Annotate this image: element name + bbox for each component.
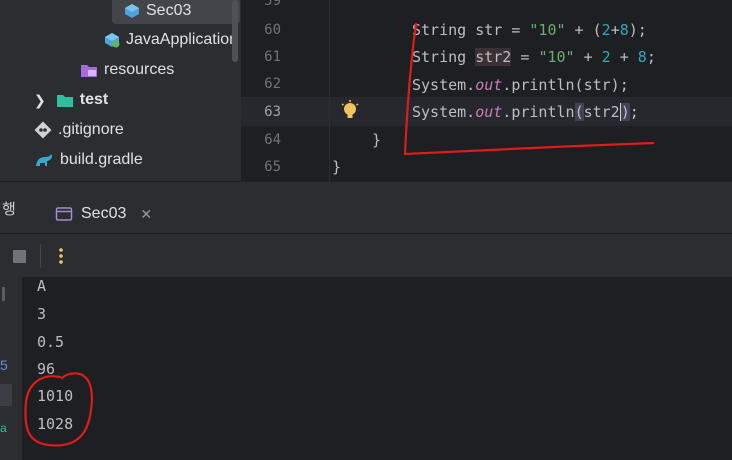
code-line-60[interactable]: String str = "10" + (2+8); xyxy=(412,21,647,39)
code-token: ); xyxy=(628,21,647,39)
code-token: ; xyxy=(646,48,656,66)
tree-item-label: test xyxy=(79,91,109,108)
project-tree-panel: Sec03 JavaApplication resources ❯ test .… xyxy=(0,0,241,181)
tree-item-label: JavaApplication xyxy=(126,31,239,48)
close-icon[interactable]: ✕ xyxy=(140,206,152,223)
number-literal: 2 xyxy=(601,48,611,66)
test-folder-icon xyxy=(56,95,73,107)
output-line: 1028 xyxy=(37,415,74,433)
line-number: 61 xyxy=(264,49,281,65)
gradle-icon xyxy=(36,154,52,166)
code-line-63[interactable]: System.out.println(str2); xyxy=(412,103,639,121)
tree-item-label: .gitignore xyxy=(58,121,124,138)
code-editor[interactable]: 59 60 61 62 63 64 65 String str = "10" +… xyxy=(241,0,732,181)
gutter-mark xyxy=(0,384,12,406)
gutter-mark xyxy=(2,287,5,301)
output-line: 0.5 xyxy=(37,333,65,351)
chevron-right-icon[interactable]: ❯ xyxy=(34,92,46,109)
gitignore-icon xyxy=(34,121,52,139)
tab-sec03[interactable]: Sec03 ✕ xyxy=(42,194,166,236)
line-number: 60 xyxy=(264,22,281,38)
console-left-gutter: 5 a xyxy=(0,277,22,460)
string-literal: "10" xyxy=(538,48,575,66)
string-literal: "10" xyxy=(529,21,566,39)
gutter-fragment: 5 xyxy=(0,357,8,373)
code-token: .println(str); xyxy=(502,76,629,94)
output-line: A xyxy=(37,277,47,295)
variable-highlight: str2 xyxy=(475,48,512,66)
line-number: 65 xyxy=(264,159,281,175)
code-line-65[interactable]: } xyxy=(332,158,341,176)
number-literal: 8 xyxy=(637,48,647,66)
number-literal: 2 xyxy=(601,21,611,39)
code-token: = xyxy=(511,48,539,66)
output-line: 96 xyxy=(37,360,56,378)
output-line: 3 xyxy=(37,305,47,323)
code-token: System. xyxy=(412,76,476,94)
static-field: out xyxy=(475,76,503,94)
code-token: String str = xyxy=(412,21,530,39)
code-token: + xyxy=(610,48,638,66)
lightbulb-icon[interactable] xyxy=(341,100,359,122)
editor-gutter: 59 60 61 62 63 64 65 xyxy=(241,0,329,181)
console-icon xyxy=(55,207,73,221)
code-token: System. xyxy=(412,103,476,121)
code-token: + ( xyxy=(565,21,602,39)
tree-item-build-gradle[interactable]: build.gradle xyxy=(34,147,143,173)
more-vertical-icon[interactable] xyxy=(57,247,65,265)
line-number: 64 xyxy=(264,132,281,148)
resources-folder-icon xyxy=(81,65,97,77)
gutter-fragment: a xyxy=(0,421,7,435)
code-token: String xyxy=(412,48,476,66)
project-scrollbar[interactable] xyxy=(232,0,238,62)
run-side-label: 행 xyxy=(2,201,16,218)
matched-paren: ) xyxy=(619,103,630,121)
toolbar-divider xyxy=(40,244,41,268)
tree-item-label: build.gradle xyxy=(60,151,143,168)
tree-item-test[interactable]: ❯ test xyxy=(34,87,108,113)
run-toolbar xyxy=(0,233,732,278)
run-panel-header: 행 Sec03 ✕ xyxy=(0,181,732,236)
java-app-icon xyxy=(105,33,120,48)
code-line-62[interactable]: System.out.println(str); xyxy=(412,76,629,94)
stop-icon[interactable] xyxy=(13,250,26,263)
tree-item-gitignore[interactable]: .gitignore xyxy=(34,117,124,143)
code-token: str2 xyxy=(583,103,620,121)
code-token: .println xyxy=(502,103,575,121)
tree-item-resources[interactable]: resources xyxy=(80,57,174,83)
gutter-divider xyxy=(329,0,330,181)
tree-item-label: resources xyxy=(104,61,175,78)
static-field: out xyxy=(475,103,503,121)
number-literal: 8 xyxy=(619,21,629,39)
code-line-61[interactable]: String str2 = "10" + 2 + 8; xyxy=(412,48,656,66)
code-line-64[interactable]: } xyxy=(372,131,381,149)
tree-item-javaapplication[interactable]: JavaApplication xyxy=(104,27,238,53)
java-class-icon xyxy=(125,4,139,18)
code-token: + xyxy=(610,21,620,39)
code-token: + xyxy=(574,48,602,66)
tree-item-label: Sec03 xyxy=(146,2,192,19)
line-number: 62 xyxy=(264,76,281,92)
console-output[interactable]: 5 a A 3 0.5 96 1010 1028 xyxy=(0,277,732,460)
line-number: 59 xyxy=(264,0,281,9)
line-number-current: 63 xyxy=(264,104,281,120)
code-token: ; xyxy=(629,103,639,121)
matched-paren: ( xyxy=(574,103,584,121)
tree-item-sec03[interactable]: Sec03 xyxy=(112,0,240,24)
output-line: 1010 xyxy=(37,387,74,405)
tab-label: Sec03 xyxy=(81,205,127,222)
